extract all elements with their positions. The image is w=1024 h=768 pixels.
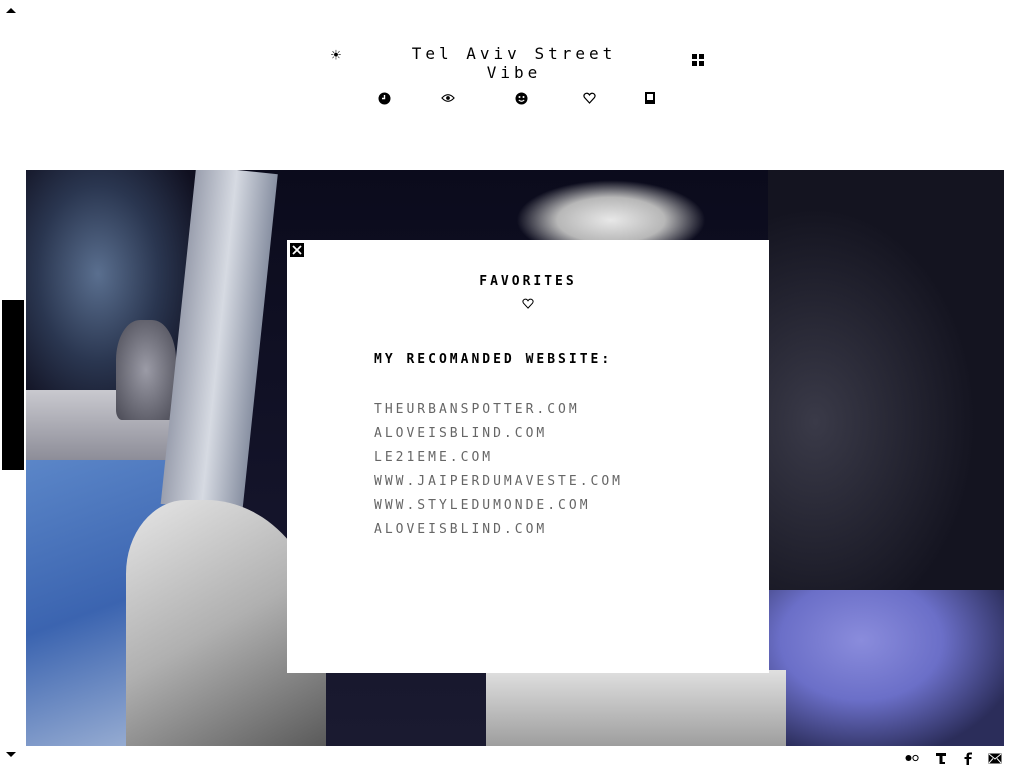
heart-icon[interactable] bbox=[582, 91, 596, 105]
website-link[interactable]: THEURBANSPOTTER.COM bbox=[374, 398, 623, 422]
grid-icon[interactable] bbox=[692, 54, 704, 66]
smiley-icon[interactable] bbox=[514, 91, 528, 105]
facebook-icon[interactable] bbox=[961, 751, 975, 765]
clock-icon[interactable] bbox=[377, 91, 391, 105]
side-tab[interactable] bbox=[2, 300, 24, 470]
website-link[interactable]: WWW.JAIPERDUMAVESTE.COM bbox=[374, 470, 623, 494]
tumblr-icon[interactable] bbox=[934, 751, 948, 765]
favorites-modal: FAVORITES MY RECOMANDED WEBSITE: THEURBA… bbox=[287, 240, 769, 673]
website-link[interactable]: LE21EME.COM bbox=[374, 446, 623, 470]
website-link-list: THEURBANSPOTTER.COM ALOVEISBLIND.COM LE2… bbox=[374, 398, 623, 542]
website-link[interactable]: ALOVEISBLIND.COM bbox=[374, 518, 623, 542]
modal-heading: MY RECOMANDED WEBSITE: bbox=[374, 352, 613, 367]
book-icon[interactable] bbox=[643, 91, 657, 105]
site-title[interactable]: Tel Aviv Street Vibe bbox=[384, 44, 644, 82]
website-link[interactable]: ALOVEISBLIND.COM bbox=[374, 422, 623, 446]
flickr-icon[interactable] bbox=[905, 751, 919, 765]
scroll-down-arrow[interactable] bbox=[6, 752, 16, 757]
modal-title: FAVORITES bbox=[479, 274, 577, 289]
website-link[interactable]: WWW.STYLEDUMONDE.COM bbox=[374, 494, 623, 518]
heart-icon bbox=[522, 294, 534, 309]
scroll-up-arrow[interactable] bbox=[6, 8, 16, 13]
mail-icon[interactable] bbox=[988, 751, 1002, 765]
eye-icon[interactable] bbox=[441, 91, 455, 105]
sun-icon[interactable]: ☀ bbox=[326, 46, 346, 66]
close-icon[interactable] bbox=[290, 243, 304, 257]
